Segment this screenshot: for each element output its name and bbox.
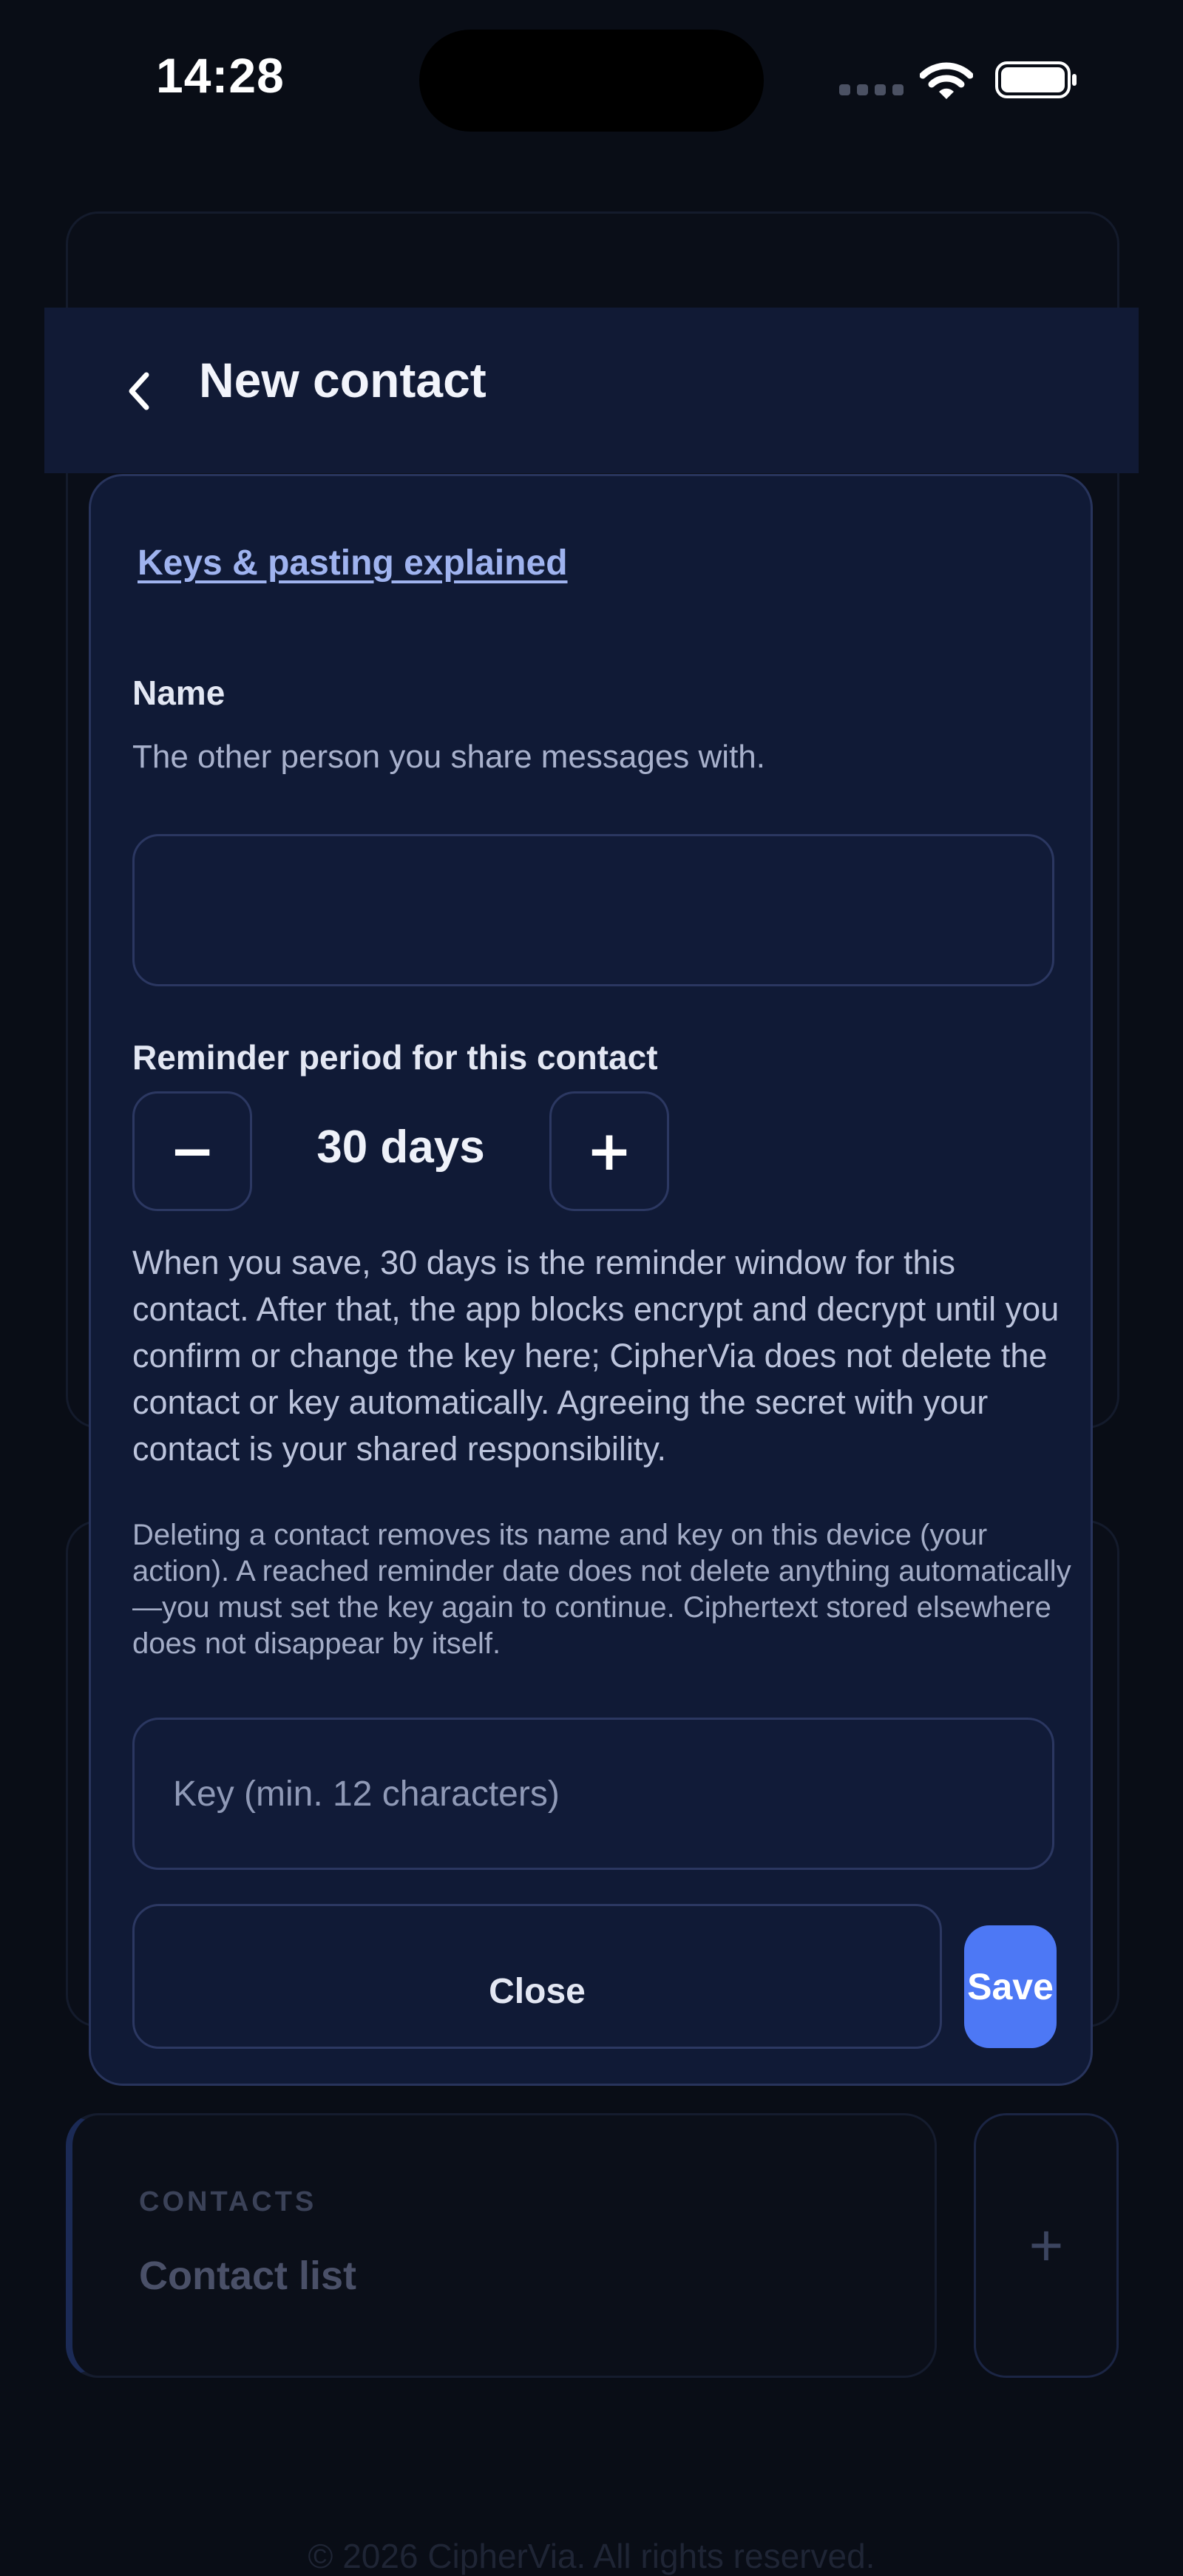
reminder-decrease-button[interactable]: − bbox=[132, 1091, 252, 1211]
status-time: 14:28 bbox=[156, 48, 285, 103]
name-input[interactable] bbox=[132, 834, 1054, 986]
plus-icon: + bbox=[1028, 2212, 1064, 2278]
page-title: New contact bbox=[199, 353, 487, 407]
reminder-label: Reminder period for this contact bbox=[132, 1038, 658, 1077]
save-button[interactable]: Save bbox=[964, 1925, 1057, 2048]
name-hint: The other person you share messages with… bbox=[132, 739, 766, 775]
name-label: Name bbox=[132, 674, 226, 712]
new-contact-sheet: Keys & pasting explained Name The other … bbox=[89, 474, 1093, 2086]
delete-note: Deleting a contact removes its name and … bbox=[132, 1519, 1071, 1660]
back-button[interactable] bbox=[109, 359, 169, 423]
keys-help-link[interactable]: Keys & pasting explained bbox=[138, 543, 568, 583]
close-button[interactable]: Close bbox=[132, 1904, 942, 2049]
reminder-value: 30 days bbox=[316, 1122, 485, 1173]
battery-icon bbox=[995, 61, 1077, 98]
signal-icon bbox=[839, 84, 904, 95]
reminder-increase-button[interactable]: + bbox=[549, 1091, 669, 1211]
contacts-title: Contact list bbox=[139, 2254, 357, 2298]
chevron-left-icon bbox=[129, 372, 149, 410]
sheet-header: New contact bbox=[44, 308, 1139, 473]
wifi-icon bbox=[920, 62, 973, 99]
footer-copyright: © 2026 CipherVia. All rights reserved. bbox=[308, 2537, 875, 2575]
dynamic-island bbox=[419, 30, 764, 132]
contacts-card[interactable]: CONTACTS Contact list bbox=[66, 2113, 937, 2378]
contacts-eyebrow: CONTACTS bbox=[139, 2186, 317, 2217]
add-contact-button[interactable]: + bbox=[974, 2113, 1119, 2378]
reminder-explanation: When you save, 30 days is the reminder w… bbox=[132, 1244, 1060, 1468]
key-input[interactable] bbox=[132, 1718, 1054, 1870]
